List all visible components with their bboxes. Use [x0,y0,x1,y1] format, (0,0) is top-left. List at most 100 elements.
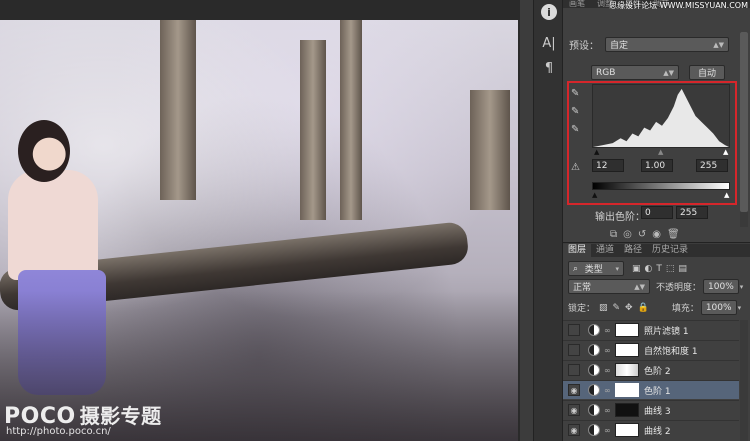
preset-row: 预设： 自定 ▲▼ [569,37,729,52]
eye-icon[interactable]: ◉ [568,384,580,396]
eye-icon[interactable]: ◉ [568,404,580,416]
layer-row[interactable]: ∞ 色阶 2 [563,360,739,379]
filter-icons[interactable]: ▣◐T⬚▤ [632,264,691,274]
search-icon: ⌕ [573,263,579,274]
layer-row[interactable]: ∞ 照片滤镜 1 [563,320,739,339]
layer-name[interactable]: 色阶 2 [644,364,671,377]
document-canvas[interactable]: POCO 摄影专题 http://photo.poco.cn/ [0,0,520,441]
adjustment-icon [588,324,600,336]
tree-trunk [160,20,196,200]
output-white-handle[interactable]: ▲ [724,191,729,199]
opacity-label: 不透明度： [656,283,702,293]
output-black-field[interactable]: 0 [641,206,673,219]
trash-icon[interactable]: 🗑 [667,229,680,240]
clipping-warning-icon[interactable]: ⚠ [571,162,583,174]
opacity-field[interactable]: 100% ▾ [703,279,743,294]
gray-eyedropper-icon[interactable]: ✎ [571,106,583,118]
clip-icon[interactable]: ⧉ [610,229,617,240]
black-eyedropper-icon[interactable]: ✎ [571,88,583,100]
adjustment-icon [588,384,600,396]
layer-mask[interactable] [615,383,639,397]
blend-row: 正常 ▲▼ 不透明度： 100% ▾ [568,279,743,294]
view-previous-icon[interactable]: ◎ [623,229,632,240]
tab-brush[interactable]: 画笔 [563,0,591,8]
preset-value: 自定 [610,41,629,51]
levels-histogram [592,84,730,148]
input-gamma-field[interactable]: 1.00 [641,159,673,172]
black-point-handle[interactable]: ▲ [594,148,599,156]
panel-footer-icons: ⧉ ◎ ↺ ◉ 🗑 [610,229,680,240]
layer-name[interactable]: 自然饱和度 1 [644,344,698,357]
panel-dock-icons: i A| ¶ [533,0,563,441]
filter-kind-value: 类型 [584,265,603,275]
adjustment-icon [588,344,600,356]
link-icon: ∞ [604,385,611,395]
output-gradient-bar [592,182,730,190]
visibility-toggle[interactable] [568,344,580,356]
adjustment-icon [588,364,600,376]
tab-channels[interactable]: 通道 [591,244,619,257]
preset-label: 预设： [569,41,599,52]
tab-layers[interactable]: 图层 [563,244,592,257]
white-eyedropper-icon[interactable]: ✎ [571,124,583,136]
reset-icon[interactable]: ↺ [638,229,646,240]
chevron-down-icon: ▾ [737,303,742,312]
adjustment-icon [588,424,600,436]
layer-name[interactable]: 色阶 1 [644,384,671,397]
output-black-handle[interactable]: ▲ [592,191,597,199]
input-white-field[interactable]: 255 [696,159,728,172]
layer-row[interactable]: ◉ ∞ 色阶 1 [563,380,739,399]
layer-name[interactable]: 曲线 2 [644,424,671,437]
layer-mask[interactable] [615,423,639,437]
visibility-icon[interactable]: ◉ [652,229,661,240]
chevron-updown-icon: ▲▼ [634,282,645,291]
gamma-handle[interactable]: ▲ [658,148,663,156]
woman-head [18,120,70,182]
auto-button[interactable]: 自动 [689,65,725,80]
layer-row[interactable]: ◉ ∞ 曲线 2 [563,420,739,439]
output-white-field[interactable]: 255 [676,206,708,219]
tab-paths[interactable]: 路径 [619,244,647,257]
layer-name[interactable]: 照片滤镜 1 [644,324,689,337]
blend-mode-select[interactable]: 正常 ▲▼ [568,279,650,294]
layer-filter-select[interactable]: ⌕ 类型 ▾ [568,261,624,276]
lock-label: 锁定： [568,304,596,314]
layer-mask[interactable] [615,363,639,377]
fill-field[interactable]: 100% ▾ [700,300,741,315]
layers-scrollbar[interactable] [740,320,748,441]
chevron-down-icon: ▾ [615,264,619,273]
opacity-value: 100% [708,281,734,292]
properties-scrollbar[interactable] [740,32,748,227]
visibility-toggle[interactable] [568,364,580,376]
lock-icons[interactable]: ▨✎✥🔒 [599,303,654,313]
tab-history[interactable]: 历史记录 [647,244,693,257]
input-black-field[interactable]: 12 [592,159,624,172]
character-icon[interactable]: A| [538,32,560,54]
watermark-cn: 摄影专题 [79,404,162,428]
layer-mask[interactable] [615,323,639,337]
link-icon: ∞ [604,345,611,355]
layer-name[interactable]: 曲线 3 [644,404,671,417]
output-slider-track: ▲ ▲ [592,191,730,199]
channel-select[interactable]: RGB ▲▼ [591,65,679,80]
chevron-updown-icon: ▲▼ [663,68,674,77]
adjustment-icon [588,404,600,416]
layer-row[interactable]: ◉ ∞ 曲线 3 [563,400,739,419]
layers-tabs: 图层 通道 路径 历史记录 [563,244,750,257]
visibility-toggle[interactable] [568,324,580,336]
layer-mask[interactable] [615,403,639,417]
layer-row[interactable]: ∞ 自然饱和度 1 [563,340,739,359]
paragraph-icon[interactable]: ¶ [538,57,560,79]
layer-mask[interactable] [615,343,639,357]
white-point-handle[interactable]: ▲ [723,148,728,156]
tree-trunk [340,20,362,220]
info-icon[interactable]: i [541,4,557,20]
preset-select[interactable]: 自定 ▲▼ [605,37,729,52]
scroll-thumb[interactable] [740,32,748,212]
fill-value: 100% [705,302,732,313]
tree-trunk [300,40,326,220]
link-icon: ∞ [604,365,611,375]
eye-icon[interactable]: ◉ [568,424,580,436]
channel-row: RGB ▲▼ 自动 [591,65,725,80]
chevron-updown-icon: ▲▼ [713,40,724,49]
